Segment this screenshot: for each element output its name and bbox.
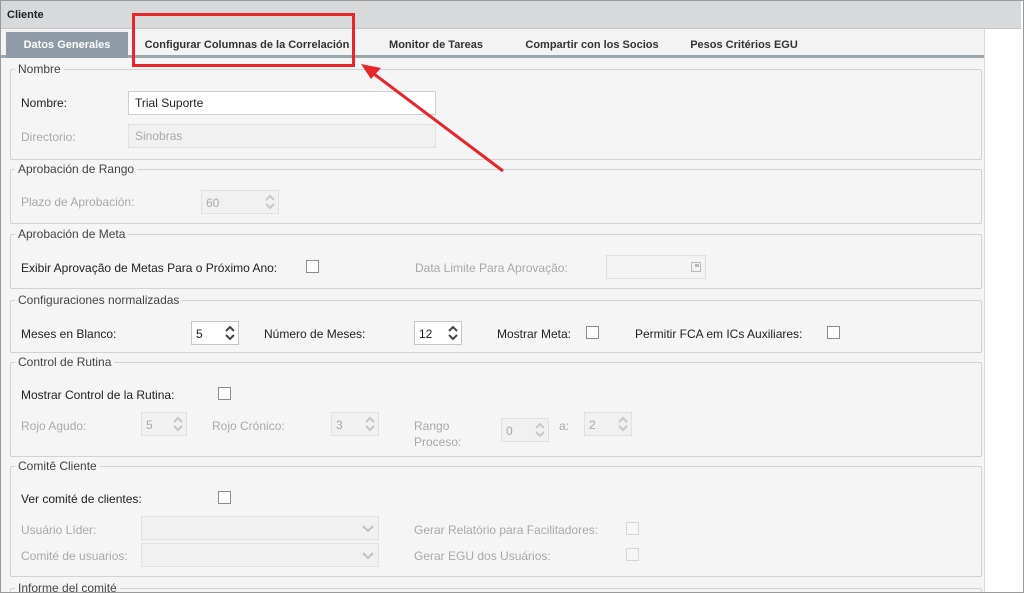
stepper-arrows-icon[interactable] xyxy=(223,323,237,343)
aprobacion-rango-group: Aprobación de Rango xyxy=(10,162,982,224)
directorio-field[interactable]: Sinobras xyxy=(128,124,436,148)
rojo-cronico-stepper[interactable]: 3 xyxy=(331,412,379,436)
rojo-cronico-label: Rojo Crónico: xyxy=(212,419,285,433)
ver-comite-checkbox[interactable] xyxy=(218,491,231,504)
rojo-agudo-label: Rojo Agudo: xyxy=(21,419,87,433)
nombre-label: Nombre: xyxy=(21,96,68,110)
comite-usuarios-label: Comité de usuarios: xyxy=(21,549,128,563)
meses-blanco-value: 5 xyxy=(196,327,203,341)
stepper-arrows-icon[interactable] xyxy=(263,192,277,212)
stepper-arrows-icon[interactable] xyxy=(363,414,377,434)
ver-comite-label: Ver comité de clientes: xyxy=(21,492,142,506)
chevron-down-icon[interactable] xyxy=(362,550,374,564)
stepper-arrows-icon[interactable] xyxy=(616,414,630,434)
data-limite-field[interactable] xyxy=(606,255,706,279)
rojo-agudo-value: 5 xyxy=(146,418,153,432)
usuario-lider-dropdown[interactable] xyxy=(141,516,379,540)
plazo-aprobacion-label: Plazo de Aprobación: xyxy=(21,195,135,209)
permitir-fca-label: Permitir FCA em ICs Auxiliares: xyxy=(635,327,803,341)
rango-label-line2: Proceso: xyxy=(414,435,462,449)
tab-bar: Datos Generales Configurar Columnas de l… xyxy=(1,29,984,58)
stepper-arrows-icon[interactable] xyxy=(533,420,547,440)
tab-pesos-criterios-egu[interactable]: Pesos Critérios EGU xyxy=(683,32,805,58)
plazo-aprobacion-value: 60 xyxy=(206,196,220,210)
tab-datos-generales[interactable]: Datos Generales xyxy=(6,32,128,58)
gerar-egu-label: Gerar EGU dos Usuários: xyxy=(414,549,551,563)
gerar-egu-checkbox[interactable] xyxy=(626,548,639,561)
permitir-fca-checkbox[interactable] xyxy=(827,326,840,339)
rango-to-stepper[interactable]: 2 xyxy=(584,412,632,436)
comite-cliente-legend: Comitê Cliente xyxy=(18,459,97,473)
aprobacion-meta-legend: Aprobación de Meta xyxy=(18,227,126,241)
stepper-arrows-icon[interactable] xyxy=(446,323,460,343)
stepper-arrows-icon[interactable] xyxy=(171,414,185,434)
meses-blanco-stepper[interactable]: 5 xyxy=(191,321,239,345)
config-normalizadas-legend: Configuraciones normalizadas xyxy=(18,293,180,307)
rojo-agudo-stepper[interactable]: 5 xyxy=(141,412,187,436)
gerar-relatorio-checkbox[interactable] xyxy=(626,522,639,535)
numero-meses-stepper[interactable]: 12 xyxy=(414,321,462,345)
title-bar: Cliente xyxy=(1,1,1021,29)
exibir-aprovacao-label: Exibir Aprovação de Metas Para o Próximo… xyxy=(21,261,278,275)
numero-meses-label: Número de Meses: xyxy=(264,327,366,341)
data-limite-label: Data Limite Para Aprovação: xyxy=(415,261,568,275)
aprobacion-rango-legend: Aprobación de Rango xyxy=(18,162,135,176)
mostrar-control-label: Mostrar Control de la Rutina: xyxy=(21,388,175,402)
right-panel xyxy=(984,29,1021,592)
numero-meses-value: 12 xyxy=(419,327,433,341)
comite-usuarios-dropdown[interactable] xyxy=(141,543,379,567)
mostrar-meta-label: Mostrar Meta: xyxy=(497,327,572,341)
mostrar-control-checkbox[interactable] xyxy=(218,387,231,400)
nombre-field[interactable]: Trial Suporte xyxy=(128,91,436,115)
rango-to-value: 2 xyxy=(589,418,596,432)
aprobacion-meta-group: Aprobación de Meta xyxy=(10,227,982,289)
tab-monitor-tareas[interactable]: Monitor de Tareas xyxy=(377,32,495,58)
calendar-icon[interactable] xyxy=(691,262,701,272)
control-rutina-legend: Control de Rutina xyxy=(18,355,112,369)
control-rutina-group: Control de Rutina xyxy=(10,355,982,457)
tab-compartir-socios[interactable]: Compartir con los Socios xyxy=(511,32,673,58)
gerar-relatorio-label: Gerar Relatório para Facilitadores: xyxy=(414,523,599,537)
usuario-lider-label: Usuário Líder: xyxy=(21,523,97,537)
rojo-cronico-value: 3 xyxy=(336,418,343,432)
nombre-legend: Nombre xyxy=(18,62,61,76)
rango-label-line1: Rango xyxy=(414,419,450,433)
directorio-label: Directorio: xyxy=(21,130,76,144)
config-normalizadas-group: Configuraciones normalizadas xyxy=(10,293,982,353)
meses-blanco-label: Meses en Blanco: xyxy=(21,327,117,341)
mostrar-meta-checkbox[interactable] xyxy=(586,326,599,339)
rango-from-stepper[interactable]: 0 xyxy=(501,418,549,442)
window-title: Cliente xyxy=(7,9,44,21)
informe-comite-group: Informe del comité xyxy=(10,581,982,592)
informe-comite-legend: Informe del comité xyxy=(18,581,117,592)
general-data-panel: Nombre Nombre: Trial Suporte Directorio:… xyxy=(1,58,984,592)
tab-configurar-columnas[interactable]: Configurar Columnas de la Correlación xyxy=(136,32,358,58)
chevron-down-icon[interactable] xyxy=(362,523,374,537)
rango-a-label: a: xyxy=(559,419,570,433)
exibir-aprovacao-checkbox[interactable] xyxy=(306,260,319,273)
rango-from-value: 0 xyxy=(506,424,513,438)
plazo-aprobacion-stepper[interactable]: 60 xyxy=(201,190,279,214)
